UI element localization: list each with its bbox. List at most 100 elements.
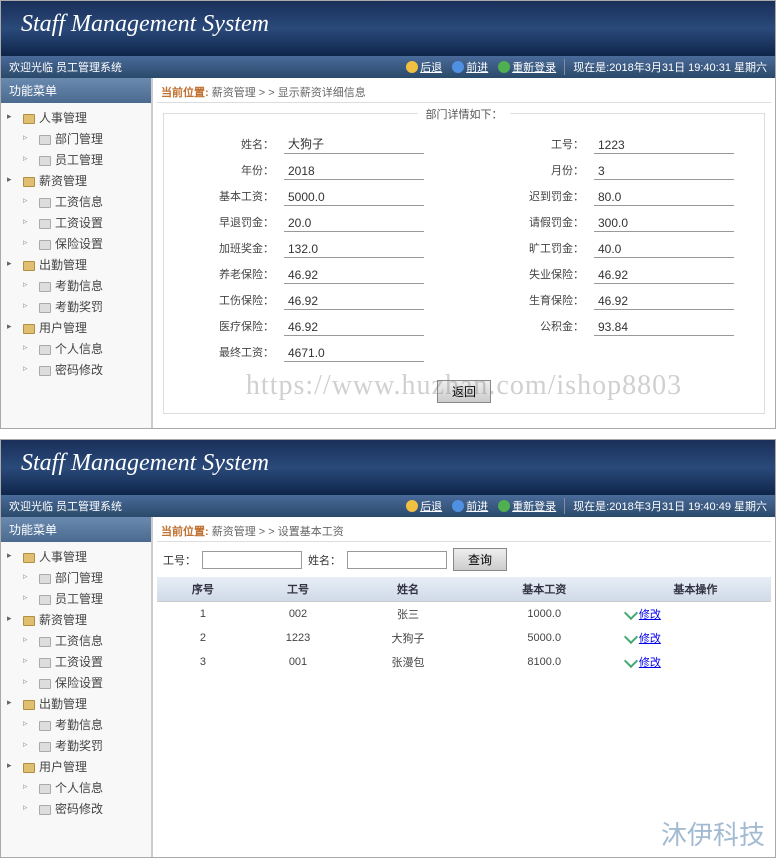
field-value: 132.0 <box>284 241 424 258</box>
relogin-icon <box>498 61 510 73</box>
page-icon <box>39 595 51 605</box>
toolbar: 欢迎光临 员工管理系统 后退 前进 重新登录 现在是:2018年3月31日 19… <box>1 495 775 517</box>
page-icon <box>39 219 51 229</box>
field-label: 生育保险： <box>504 292 584 310</box>
field-label: 工伤保险： <box>194 292 274 310</box>
search-name-input[interactable] <box>347 551 447 569</box>
field-value: 46.92 <box>284 319 424 336</box>
table-cell: 1223 <box>249 626 347 650</box>
sidebar-item[interactable]: 密码修改 <box>5 798 147 819</box>
sidebar-item[interactable]: 工资信息 <box>5 630 147 651</box>
folder-icon <box>23 114 35 124</box>
field-label: 失业保险： <box>504 266 584 284</box>
forward-icon <box>452 61 464 73</box>
breadcrumb: 当前位置: 薪资管理 > > 显示薪资详细信息 <box>157 82 771 103</box>
search-name-label: 姓名： <box>308 552 341 568</box>
page-icon <box>39 156 51 166</box>
sidebar-item[interactable]: 考勤奖罚 <box>5 296 147 317</box>
sidebar-item[interactable]: 部门管理 <box>5 128 147 149</box>
field-value: 40.0 <box>594 241 734 258</box>
app-title: Staff Management System <box>21 450 269 476</box>
sidebar-item[interactable]: 个人信息 <box>5 777 147 798</box>
sidebar-item[interactable]: 工资信息 <box>5 191 147 212</box>
status-time: 现在是:2018年3月31日 19:40:31 星期六 <box>564 59 767 75</box>
nav-tree: 人事管理部门管理员工管理薪资管理工资信息工资设置保险设置出勤管理考勤信息考勤奖罚… <box>1 103 151 384</box>
table-cell: 1000.0 <box>469 602 620 627</box>
field-value: 20.0 <box>284 215 424 232</box>
table-cell-action: 修改 <box>620 650 771 674</box>
field-label: 迟到罚金： <box>504 188 584 206</box>
field-label: 基本工资： <box>194 188 274 206</box>
field-value: 93.84 <box>594 319 734 336</box>
sidebar-group[interactable]: 人事管理 <box>5 546 147 567</box>
field-label: 年份： <box>194 162 274 180</box>
field-value: 1223 <box>594 137 734 154</box>
edit-link[interactable]: 修改 <box>626 609 661 621</box>
sidebar: 功能菜单 人事管理部门管理员工管理薪资管理工资信息工资设置保险设置出勤管理考勤信… <box>1 517 151 857</box>
edit-link[interactable]: 修改 <box>626 633 661 645</box>
back-icon <box>406 500 418 512</box>
table-cell: 张漫包 <box>347 650 468 674</box>
sidebar-group[interactable]: 薪资管理 <box>5 609 147 630</box>
sidebar-item[interactable]: 保险设置 <box>5 672 147 693</box>
edit-icon <box>624 630 638 644</box>
sidebar-group[interactable]: 出勤管理 <box>5 693 147 714</box>
page-icon <box>39 345 51 355</box>
page-icon <box>39 637 51 647</box>
nav-forward[interactable]: 前进 <box>452 498 488 514</box>
sidebar-group[interactable]: 用户管理 <box>5 756 147 777</box>
sidebar-group[interactable]: 人事管理 <box>5 107 147 128</box>
edit-link[interactable]: 修改 <box>626 657 661 669</box>
sidebar-group[interactable]: 薪资管理 <box>5 170 147 191</box>
table-header: 基本工资 <box>469 577 620 602</box>
field-value: 300.0 <box>594 215 734 232</box>
fieldset-legend: 部门详情如下： <box>418 106 511 122</box>
table-row: 21223大狗子5000.0修改 <box>157 626 771 650</box>
salary-table: 序号工号姓名基本工资基本操作 1002张三1000.0修改21223大狗子500… <box>157 577 771 674</box>
table-header: 序号 <box>157 577 249 602</box>
search-row: 工号： 姓名： 查询 <box>157 542 771 577</box>
table-cell: 002 <box>249 602 347 627</box>
table-cell: 8100.0 <box>469 650 620 674</box>
sidebar-item[interactable]: 员工管理 <box>5 149 147 170</box>
folder-icon <box>23 261 35 271</box>
sidebar-group[interactable]: 出勤管理 <box>5 254 147 275</box>
app-header: Staff Management System <box>1 1 775 56</box>
sidebar-item[interactable]: 工资设置 <box>5 651 147 672</box>
table-cell-action: 修改 <box>620 626 771 650</box>
page-icon <box>39 303 51 313</box>
field-label: 姓名： <box>194 136 274 154</box>
sidebar-item[interactable]: 个人信息 <box>5 338 147 359</box>
table-cell: 3 <box>157 650 249 674</box>
folder-icon <box>23 700 35 710</box>
sidebar-item[interactable]: 工资设置 <box>5 212 147 233</box>
sidebar-group[interactable]: 用户管理 <box>5 317 147 338</box>
breadcrumb: 当前位置: 薪资管理 > > 设置基本工资 <box>157 521 771 542</box>
table-cell: 大狗子 <box>347 626 468 650</box>
sidebar-item[interactable]: 部门管理 <box>5 567 147 588</box>
table-row: 1002张三1000.0修改 <box>157 602 771 627</box>
field-label: 养老保险： <box>194 266 274 284</box>
field-label: 月份： <box>504 162 584 180</box>
table-header: 基本操作 <box>620 577 771 602</box>
sidebar-item[interactable]: 密码修改 <box>5 359 147 380</box>
table-cell: 5000.0 <box>469 626 620 650</box>
nav-relogin[interactable]: 重新登录 <box>498 498 556 514</box>
sidebar-item[interactable]: 保险设置 <box>5 233 147 254</box>
sidebar-item[interactable]: 考勤奖罚 <box>5 735 147 756</box>
field-value: 46.92 <box>594 293 734 310</box>
search-empno-input[interactable] <box>202 551 302 569</box>
detail-panel: 部门详情如下： 姓名：大狗子工号：1223年份：2018月份：3基本工资：500… <box>163 113 765 414</box>
sidebar-item[interactable]: 员工管理 <box>5 588 147 609</box>
back-button[interactable]: 返回 <box>437 380 491 403</box>
sidebar-item[interactable]: 考勤信息 <box>5 714 147 735</box>
nav-back[interactable]: 后退 <box>406 498 442 514</box>
nav-back[interactable]: 后退 <box>406 59 442 75</box>
folder-icon <box>23 553 35 563</box>
field-label: 公积金： <box>504 318 584 336</box>
sidebar-item[interactable]: 考勤信息 <box>5 275 147 296</box>
nav-forward[interactable]: 前进 <box>452 59 488 75</box>
search-button[interactable]: 查询 <box>453 548 507 571</box>
field-value: 大狗子 <box>284 134 424 154</box>
nav-relogin[interactable]: 重新登录 <box>498 59 556 75</box>
